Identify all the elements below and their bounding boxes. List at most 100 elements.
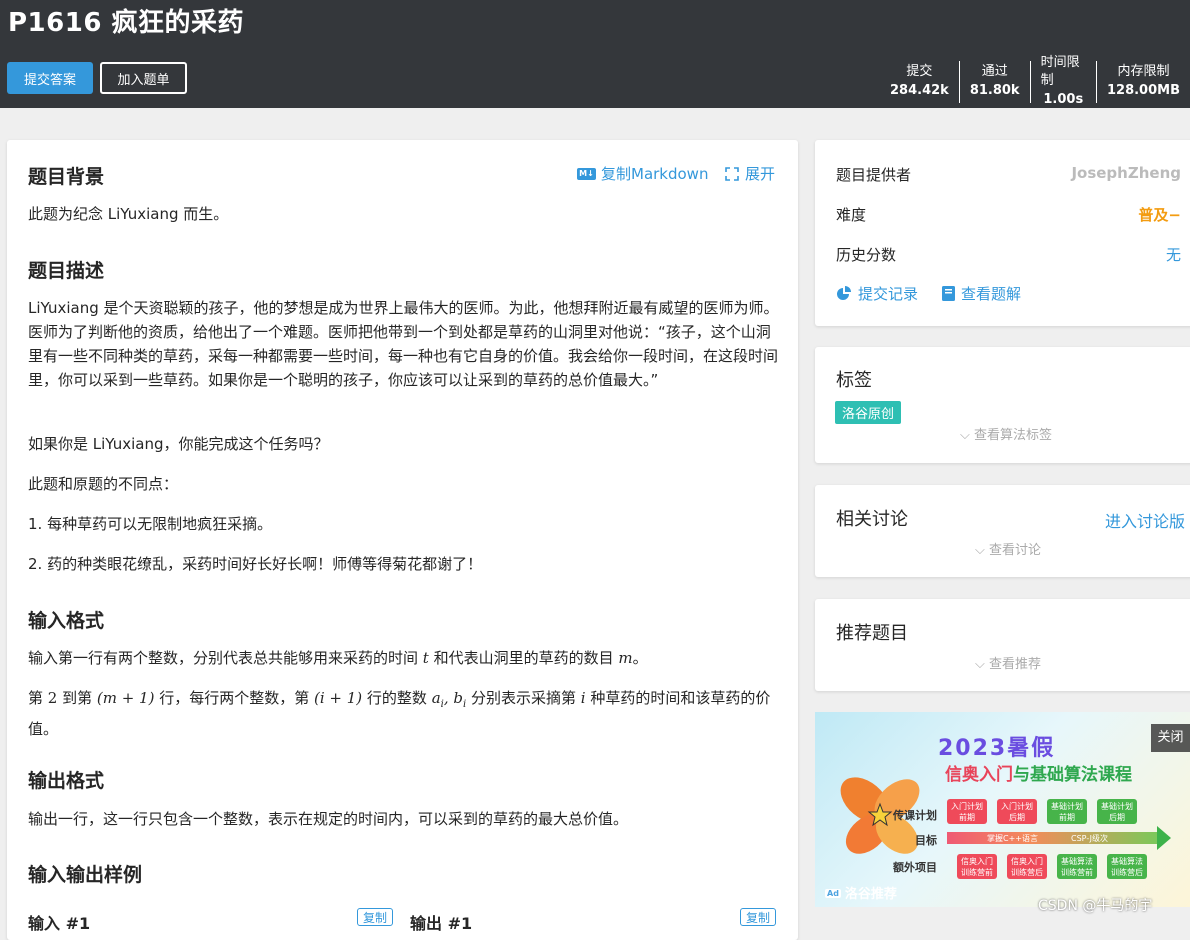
provider-row: 题目提供者 JosephZheng: [836, 164, 1181, 185]
difficulty-row: 难度 普及−: [836, 204, 1181, 225]
problem-info-card: 题目提供者 JosephZheng 难度 普及− 历史分数 无 提交记录 查看题…: [815, 140, 1190, 326]
stat-value: 81.80k: [969, 83, 1020, 98]
copy-output-button[interactable]: 复制: [740, 908, 776, 926]
text-run: 第: [28, 689, 48, 707]
expand-button[interactable]: 展开: [725, 163, 775, 184]
toggle-label: 查看讨论: [989, 543, 1042, 558]
show-discussion-toggle[interactable]: ⌵ 查看讨论: [975, 539, 1041, 558]
add-to-list-button[interactable]: 加入题单: [100, 62, 187, 94]
show-recommend-toggle[interactable]: ⌵ 查看推荐: [975, 653, 1041, 672]
text-run: 。: [632, 649, 648, 667]
problem-stats: 提交 284.42k 通过 81.80k 时间限制 1.00s 内存限制 128…: [880, 55, 1190, 107]
ad-subtitle-part: 与: [1013, 765, 1030, 785]
enter-discussion-link[interactable]: 进入讨论版: [1105, 508, 1185, 532]
stat-memory-limit: 内存限制 128.00MB: [1095, 61, 1190, 103]
toggle-label: 查看算法标签: [974, 428, 1053, 443]
description-paragraph: 此题和原题的不同点：: [28, 475, 179, 493]
discussion-heading: 相关讨论: [836, 509, 908, 530]
solutions-link[interactable]: 查看题解: [942, 283, 1021, 304]
text-run: 行，每行两个整数，第: [154, 689, 314, 707]
ad-plan-box: 基础计划 前期: [1047, 799, 1087, 824]
ad-subtitle-part: 基础算法课程: [1030, 765, 1132, 785]
difficulty-label: 难度: [836, 206, 867, 224]
ad-camp-box: 基础算法 训练营后: [1107, 854, 1147, 879]
text-run: 行的整数: [362, 689, 432, 707]
sample-input-label: 输入 #1: [28, 914, 91, 933]
stat-accepted: 通过 81.80k: [958, 61, 1030, 103]
ad-progress-bar: [947, 832, 1157, 844]
text-run: 到第: [57, 689, 97, 707]
section-heading-description: 题目描述: [28, 260, 105, 282]
book-icon: [942, 286, 955, 301]
toggle-label: 查看推荐: [989, 657, 1042, 672]
tag-badge[interactable]: 洛谷原创: [835, 401, 902, 424]
ad-badge-label: 洛谷推荐: [844, 887, 897, 902]
show-algorithm-tags-toggle[interactable]: ⌵ 查看算法标签: [960, 424, 1052, 443]
provider-label: 题目提供者: [836, 166, 912, 184]
difficulty-value: 普及−: [1138, 206, 1181, 224]
ad-camp-box: 基础算法 训练营前: [1057, 854, 1097, 879]
ad-camp-box: 信奥入门 训练营前: [957, 854, 997, 879]
math-expr: (i + 1): [314, 689, 363, 707]
stat-label: 时间限制: [1040, 55, 1080, 88]
stat-label: 通过: [981, 64, 1008, 79]
background-text: 此题为纪念 LiYuxiang 而生。: [28, 205, 229, 223]
math-var: , b: [443, 689, 463, 707]
ad-subtitle: 信奥入门与基础算法课程: [945, 760, 1132, 785]
copy-markdown-button[interactable]: M↓ 复制Markdown: [577, 163, 708, 184]
ad-plan-box: 入门计划 后期: [997, 799, 1037, 824]
stat-label: 提交: [906, 64, 933, 79]
sample-output-label: 输出 #1: [410, 914, 473, 933]
description-paragraph: 2. 药的种类眼花缭乱，采药时间好长好长啊！师傅等得菊花都谢了！: [28, 555, 483, 573]
problem-header: P1616 疯狂的采药 提交答案 加入题单 提交 284.42k 通过 81.8…: [0, 0, 1190, 108]
ad-camp-box: 信奥入门 训练营后: [1007, 854, 1047, 879]
math-expr: (m + 1): [96, 689, 155, 707]
stat-submissions: 提交 284.42k: [880, 61, 959, 103]
input-format-line: 第 2 到第 (m + 1) 行，每行两个整数，第 (i + 1) 行的整数 a…: [28, 686, 783, 741]
markdown-icon: M↓: [577, 167, 596, 180]
math-num: 2: [47, 689, 58, 707]
history-row: 历史分数 无: [836, 244, 1181, 265]
copy-markdown-label: 复制Markdown: [601, 165, 709, 183]
ad-bar-label: 掌握C++语言: [987, 834, 1038, 843]
stat-value: 1.00s: [1043, 92, 1084, 107]
section-heading-samples: 输入输出样例: [28, 864, 143, 886]
history-value: 无: [1165, 246, 1181, 264]
ad-subtitle-part: 信奥入门: [945, 765, 1013, 785]
tags-card: 标签 洛谷原创 ⌵ 查看算法标签: [815, 347, 1190, 463]
pie-chart-icon: [837, 285, 851, 300]
ad-icon: Ad: [825, 889, 841, 898]
text-run: 和代表山洞里的草药的数目: [428, 649, 619, 667]
submit-answer-button[interactable]: 提交答案: [7, 62, 93, 94]
expand-icon: [725, 166, 739, 181]
stat-time-limit: 时间限制 1.00s: [1029, 55, 1096, 107]
problem-statement-card: M↓ 复制Markdown 展开 题目背景 此题为纪念 LiYuxiang 而生…: [7, 140, 798, 940]
math-var: a: [431, 689, 441, 707]
expand-label: 展开: [745, 165, 776, 183]
ad-arrow-icon: [1157, 826, 1171, 850]
ad-banner[interactable]: 2023暑假 信奥入门与基础算法课程 传课计划 入门计划 前期 入门计划 后期 …: [815, 712, 1190, 907]
description-paragraph: 如果你是 LiYuxiang，你能完成这个任务吗？: [28, 435, 329, 453]
ad-plan-box: 基础计划 后期: [1097, 799, 1137, 824]
solutions-label: 查看题解: [961, 285, 1022, 303]
section-heading-output-format: 输出格式: [28, 770, 105, 792]
section-heading-background: 题目背景: [28, 166, 105, 188]
description-paragraph: LiYuxiang 是个天资聪颖的孩子，他的梦想是成为世界上最伟大的医师。为此，…: [28, 299, 779, 389]
chevron-down-icon: ⌵: [960, 428, 974, 443]
records-link[interactable]: 提交记录: [836, 283, 918, 304]
chevron-down-icon: ⌵: [975, 657, 989, 672]
provider-link[interactable]: JosephZheng: [1071, 164, 1181, 185]
input-format-line: 输入第一行有两个整数，分别代表总共能够用来采药的时间 t 和代表山洞里的草药的数…: [28, 646, 783, 670]
ad-bar-label: CSP-J级次: [1071, 834, 1109, 843]
stat-value: 128.00MB: [1106, 83, 1180, 98]
records-label: 提交记录: [858, 285, 919, 303]
copy-input-button[interactable]: 复制: [357, 908, 393, 926]
ad-row-label: 传课计划: [893, 809, 937, 822]
close-ad-button[interactable]: 关闭: [1151, 724, 1190, 752]
ad-plan-box: 入门计划 前期: [947, 799, 987, 824]
ad-row-label: 目标: [915, 834, 937, 847]
chevron-down-icon: ⌵: [975, 543, 989, 558]
recommend-card: 推荐题目 ⌵ 查看推荐: [815, 599, 1190, 691]
text-run: 分别表示采摘第: [466, 689, 581, 707]
problem-title: P1616 疯狂的采药: [8, 8, 244, 38]
